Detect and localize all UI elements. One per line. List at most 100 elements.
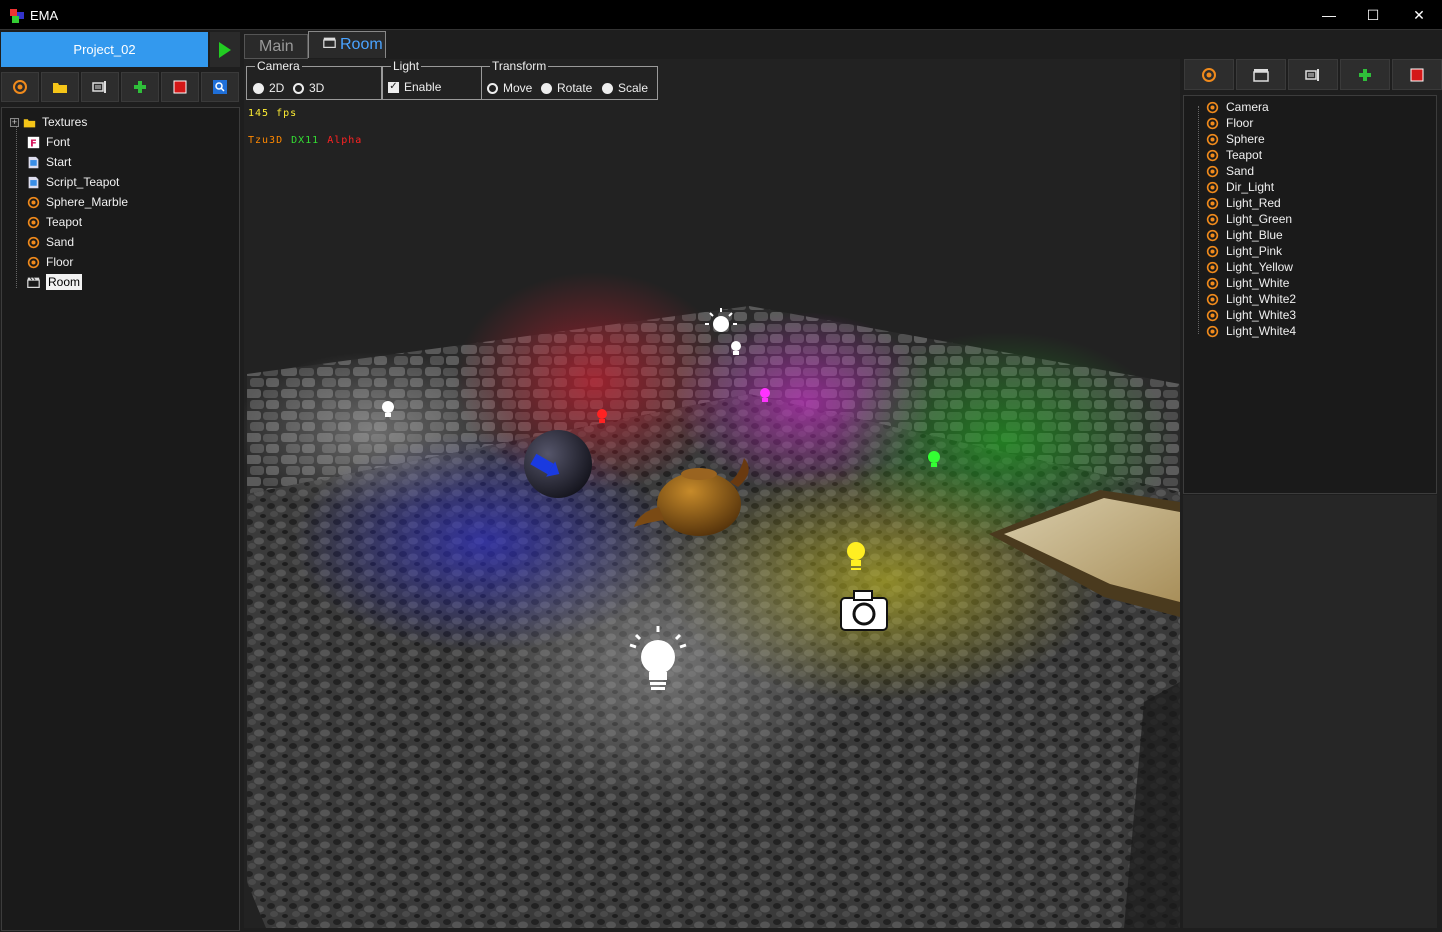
- group-legend: Transform: [490, 59, 549, 73]
- tree-item-sphere-marble[interactable]: Sphere_Marble: [10, 192, 128, 212]
- light-enable-checkbox[interactable]: ✓ Enable: [388, 80, 441, 94]
- add-script-button[interactable]: [81, 72, 119, 102]
- maximize-button[interactable]: ☐: [1350, 0, 1396, 30]
- outliner-item-label: Light_White4: [1226, 324, 1297, 338]
- camera-3d-radio[interactable]: 3D: [293, 81, 324, 95]
- object-icon: [1206, 181, 1219, 194]
- outliner-item-light-white4[interactable]: Light_White4: [1206, 323, 1296, 339]
- outliner-item-light-yellow[interactable]: Light_Yellow: [1206, 259, 1296, 275]
- tree-item-label: Start: [46, 155, 72, 169]
- object-icon: [1206, 309, 1219, 322]
- tab-main[interactable]: Main: [244, 34, 308, 59]
- radio-label: Move: [503, 81, 533, 95]
- add-script-button[interactable]: [1288, 59, 1338, 90]
- light-group: Light ✓ Enable: [382, 59, 482, 100]
- outliner-item-label: Teapot: [1226, 148, 1263, 162]
- object-icon: [13, 80, 27, 94]
- tree-item-script-teapot[interactable]: Script_Teapot: [10, 172, 128, 192]
- expand-icon[interactable]: +: [10, 117, 19, 127]
- checkbox-label: Enable: [404, 80, 442, 94]
- transform-group: Transform Move Rotate Scale: [481, 59, 658, 100]
- fps-counter: 145 fps: [248, 108, 298, 119]
- outliner-item-light-white2[interactable]: Light_White2: [1206, 291, 1296, 307]
- radio-label: 2D: [269, 81, 285, 95]
- engine-stage: Alpha: [327, 135, 363, 146]
- transform-rotate-radio[interactable]: Rotate: [541, 81, 592, 95]
- camera-2d-radio[interactable]: 2D: [253, 81, 284, 95]
- search-button[interactable]: [201, 72, 239, 102]
- scene-render: [244, 272, 1180, 928]
- add-button[interactable]: [121, 72, 159, 102]
- transform-scale-radio[interactable]: Scale: [602, 81, 648, 95]
- outliner-item-label: Light_Blue: [1226, 228, 1283, 242]
- checkbox-checked-icon: ✓: [388, 81, 399, 93]
- properties-panel: [1183, 495, 1437, 928]
- window-title: EMA: [30, 8, 59, 23]
- object-icon: [1206, 133, 1219, 146]
- radio-label: Scale: [618, 81, 649, 95]
- add-folder-button[interactable]: [41, 72, 79, 102]
- outliner-item-label: Sand: [1226, 164, 1255, 178]
- tree-item-label: Script_Teapot: [46, 175, 120, 189]
- delete-icon: [173, 80, 187, 94]
- radio-label: 3D: [309, 81, 325, 95]
- outliner-item-light-red[interactable]: Light_Red: [1206, 195, 1296, 211]
- outliner-item-label: Light_White: [1226, 276, 1290, 290]
- object-icon: [27, 196, 40, 209]
- object-icon: [1206, 325, 1219, 338]
- tab-room[interactable]: Room: [308, 31, 386, 58]
- outliner-item-light-green[interactable]: Light_Green: [1206, 211, 1296, 227]
- outliner-item-dir-light[interactable]: Dir_Light: [1206, 179, 1296, 195]
- radio-icon: [487, 82, 498, 94]
- object-icon: [1206, 213, 1219, 226]
- outliner-item-light-white[interactable]: Light_White: [1206, 275, 1296, 291]
- add-button[interactable]: [1340, 59, 1390, 90]
- object-icon: [27, 236, 40, 249]
- outliner-item-label: Sphere: [1226, 132, 1265, 146]
- tree-item-font[interactable]: F Font: [10, 132, 128, 152]
- add-scene-button[interactable]: [1236, 59, 1286, 90]
- tree-item-label: Sphere_Marble: [46, 195, 129, 209]
- document-tabs: Main Room: [244, 31, 386, 59]
- search-icon: [213, 80, 227, 94]
- delete-button[interactable]: [161, 72, 199, 102]
- add-object-button[interactable]: [1184, 59, 1234, 90]
- tree-item-label: Teapot: [46, 215, 83, 229]
- tree-item-room[interactable]: Room: [10, 272, 128, 292]
- tree-item-floor[interactable]: Floor: [10, 252, 128, 272]
- minimize-button[interactable]: —: [1306, 0, 1352, 30]
- tree-connector: [1198, 106, 1199, 334]
- outliner-item-sphere[interactable]: Sphere: [1206, 131, 1296, 147]
- tree-item-sand[interactable]: Sand: [10, 232, 128, 252]
- scene-viewport[interactable]: 145 fps Tzu3D DX11 Alpha: [244, 102, 1180, 928]
- tree-item-start[interactable]: Start: [10, 152, 128, 172]
- outliner-item-teapot[interactable]: Teapot: [1206, 147, 1296, 163]
- scene-toolbar: [1184, 59, 1442, 90]
- radio-icon: [293, 82, 304, 94]
- delete-button[interactable]: [1392, 59, 1442, 90]
- engine-name: Tzu3D: [248, 135, 284, 146]
- close-button[interactable]: ✕: [1396, 0, 1442, 30]
- object-icon: [1202, 67, 1216, 82]
- tree-item-label: Textures: [42, 115, 88, 129]
- outliner-item-camera[interactable]: Camera: [1206, 99, 1296, 115]
- tree-item-label: Sand: [46, 235, 75, 249]
- add-object-button[interactable]: [1, 72, 39, 102]
- outliner-item-label: Light_Pink: [1226, 244, 1283, 258]
- outliner-item-label: Light_White3: [1226, 308, 1297, 322]
- outliner-item-light-pink[interactable]: Light_Pink: [1206, 243, 1296, 259]
- outliner-item-light-white3[interactable]: Light_White3: [1206, 307, 1296, 323]
- project-button[interactable]: Project_02: [1, 32, 208, 67]
- outliner-item-label: Camera: [1226, 100, 1269, 114]
- outliner-item-floor[interactable]: Floor: [1206, 115, 1296, 131]
- outliner-item-sand[interactable]: Sand: [1206, 163, 1296, 179]
- object-icon: [1206, 165, 1219, 178]
- tree-item-teapot[interactable]: Teapot: [10, 212, 128, 232]
- tree-item-textures[interactable]: + Textures: [10, 112, 128, 132]
- script-file-icon: [27, 156, 40, 169]
- play-button[interactable]: [210, 32, 240, 67]
- transform-move-radio[interactable]: Move: [487, 81, 532, 95]
- scene-icon: [27, 276, 40, 289]
- outliner-item-light-blue[interactable]: Light_Blue: [1206, 227, 1296, 243]
- object-icon: [1206, 245, 1219, 258]
